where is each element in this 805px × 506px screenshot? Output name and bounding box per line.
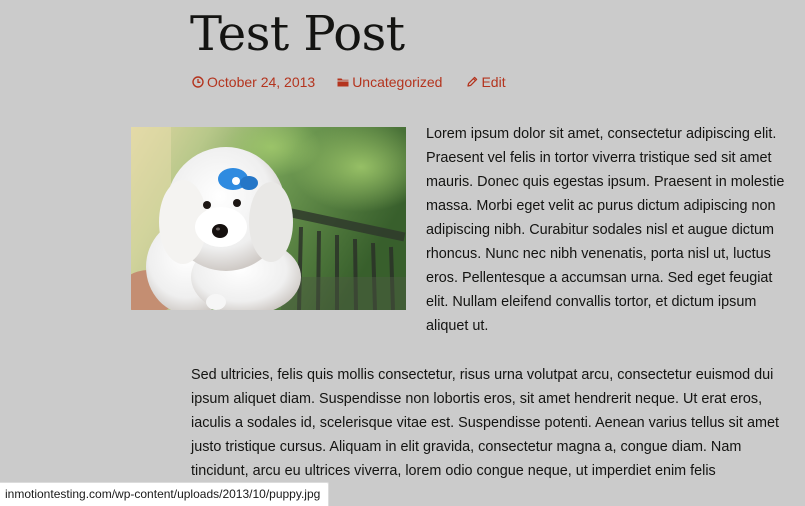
pencil-icon — [467, 76, 478, 87]
link-status-bar: inmotiontesting.com/wp-content/uploads/2… — [0, 482, 330, 506]
category-link[interactable]: Uncategorized — [337, 74, 442, 90]
folder-icon — [337, 78, 349, 87]
clock-icon — [192, 76, 204, 88]
post-paragraph: Lorem ipsum dolor sit amet, consectetur … — [426, 126, 785, 334]
edit-link[interactable]: Edit — [466, 74, 506, 90]
status-url: inmotiontesting.com/wp-content/uploads/2… — [5, 487, 321, 501]
puppy-image[interactable] — [131, 127, 406, 310]
edit-label: Edit — [481, 74, 506, 90]
post-paragraph: Sed ultricies, felis quis mollis consect… — [191, 367, 779, 479]
category-label: Uncategorized — [352, 74, 443, 90]
post-title: Test Post — [190, 6, 405, 62]
post-date-link[interactable]: October 24, 2013 — [192, 74, 315, 90]
post-date: October 24, 2013 — [207, 74, 316, 90]
entry-meta: October 24, 2013 Uncategorized Edit — [192, 72, 506, 92]
